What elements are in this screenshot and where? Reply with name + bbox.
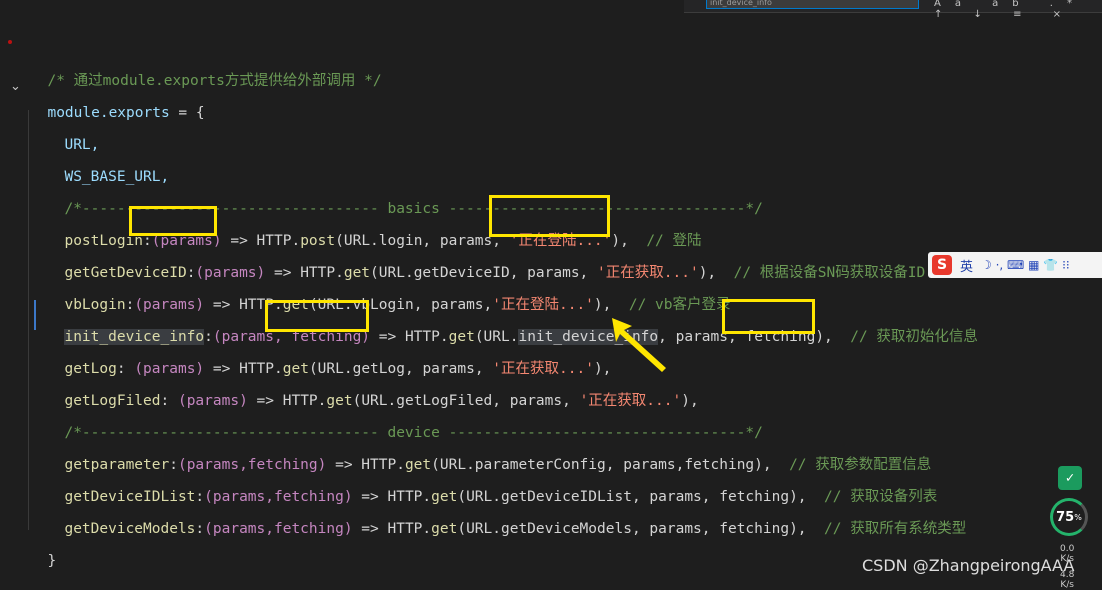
annotation-box-login-string [489, 195, 610, 237]
code-line-url: URL, [64, 137, 100, 153]
code-line-sep-device: /*---------------------------------- dev… [64, 425, 763, 441]
find-widget: init_device_info Aa ab .* ↑ ↓ ≡ × [684, 0, 1102, 20]
annotation-box-params [129, 206, 217, 236]
find-input[interactable]: init_device_info [706, 0, 919, 9]
code-line-getparameter: getparameter:(params,fetching) => HTTP.g… [64, 457, 932, 473]
ime-toolbar[interactable]: S 英 ☽ ·, ⌨ ▦ 👕 ⁝⁝ [928, 252, 1102, 278]
find-toolbar-icons[interactable]: Aa ab .* ↑ ↓ ≡ × [934, 0, 1102, 20]
memory-gauge[interactable]: 75% [1050, 498, 1088, 536]
current-line-indicator [34, 300, 36, 330]
indent-guide [28, 110, 29, 530]
shield-icon[interactable]: ✓ [1058, 466, 1082, 490]
code-line-getLogFiled: getLogFiled: (params) => HTTP.get(URL.ge… [64, 393, 699, 409]
breakpoint-marker [8, 40, 12, 44]
chevron-down-icon[interactable]: ⌄ [10, 79, 21, 94]
csdn-watermark: CSDN @ZhangpeirongAAA [862, 556, 1075, 575]
code-line-getDeviceIDList: getDeviceIDList:(params,fetching) => HTT… [64, 489, 938, 505]
code-line-comment: /* 通过module.exports方式提供给外部调用 */ [47, 73, 382, 89]
code-line-init-device-info: init_device_info:(params, fetching) => H… [64, 329, 978, 345]
code-line-vbLogin: vbLogin:(params) => HTTP.get(URL.vbLogin… [64, 297, 731, 313]
annotation-box-fetching-arg [722, 299, 815, 334]
code-line-getGetDeviceID: getGetDeviceID:(params) => HTTP.get(URL.… [64, 265, 926, 281]
editor-gutter: ⌄ [0, 0, 26, 588]
code-line-getDeviceModels: getDeviceModels:(params,fetching) => HTT… [64, 521, 967, 537]
annotation-box-fetching-param [265, 300, 369, 332]
ime-language-toggle[interactable]: 英 [960, 256, 973, 275]
code-line-getLog: getLog: (params) => HTTP.get(URL.getLog,… [64, 361, 612, 377]
sogou-logo-icon: S [932, 255, 952, 275]
annotation-arrow-icon [612, 318, 666, 372]
code-line-sep-basics: /*---------------------------------- bas… [64, 201, 763, 217]
ime-tool-icons[interactable]: ☽ ·, ⌨ ▦ 👕 ⁝⁝ [981, 258, 1070, 272]
code-line-close: } [47, 553, 57, 569]
code-line-ws: WS_BASE_URL, [64, 169, 170, 185]
code-line-module-exports: module.exports = { [47, 105, 205, 121]
